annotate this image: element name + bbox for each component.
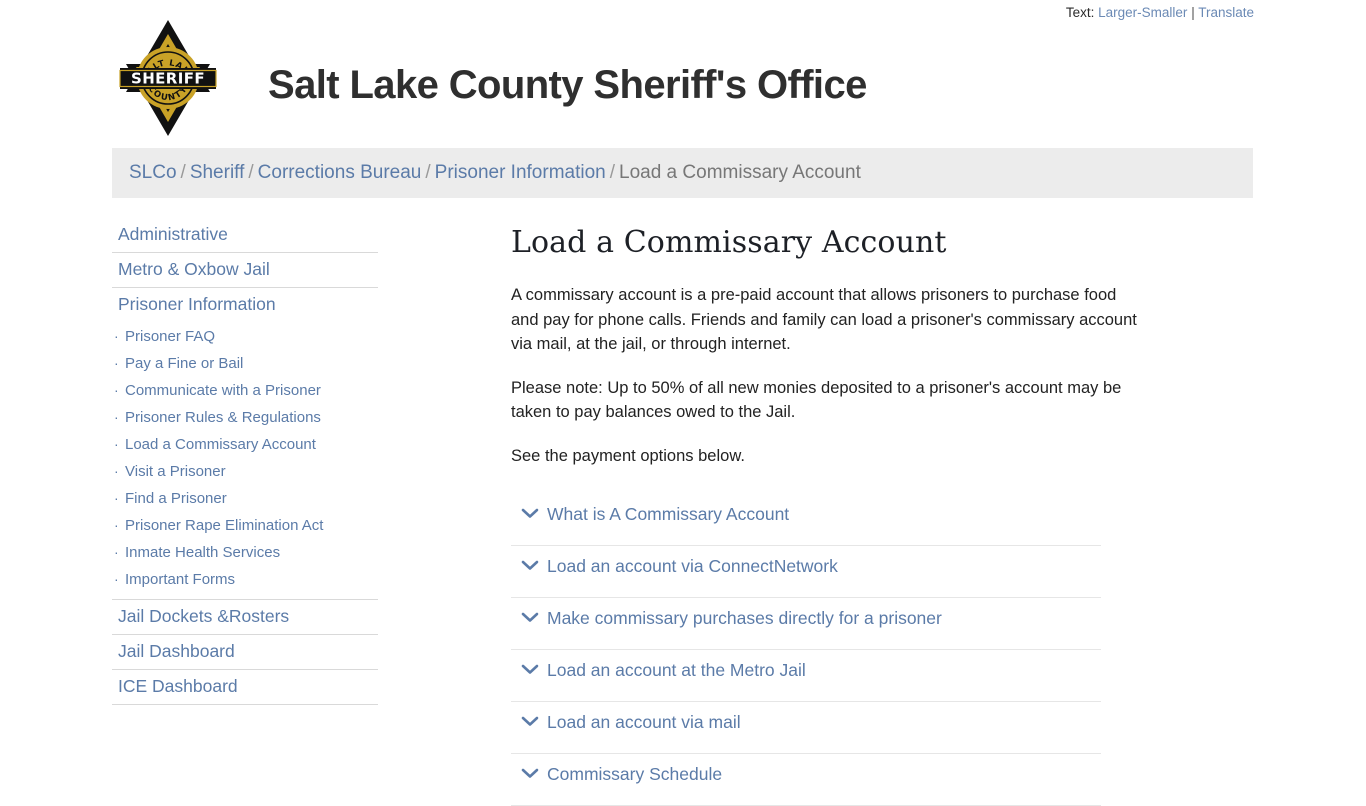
bullet-icon: · (114, 544, 119, 560)
bullet-icon: · (114, 436, 119, 452)
sidebar-item-metro-oxbow-jail[interactable]: Metro & Oxbow Jail (112, 253, 378, 287)
accordion-item-load-an-account-via-connectnetwork[interactable]: Load an account via ConnectNetwork (511, 546, 1101, 598)
main-content: Load a Commissary Account A commissary a… (511, 225, 1156, 806)
chevron-down-icon (521, 559, 539, 571)
sidebar-subitem-prisoner-rules-regulations[interactable]: · Prisoner Rules & Regulations (112, 404, 378, 431)
intro-paragraph: A commissary account is a pre-paid accou… (511, 286, 1137, 353)
sidebar-item-jail-dashboard[interactable]: Jail Dashboard (112, 635, 378, 669)
accordion-label: Load an account via mail (547, 712, 741, 732)
sidebar-subitem-prisoner-faq[interactable]: · Prisoner FAQ (112, 323, 378, 350)
breadcrumb-separator: / (180, 162, 186, 183)
sidebar-subitem-load-a-commissary-account[interactable]: · Load a Commissary Account (112, 431, 378, 458)
bullet-icon: · (114, 328, 119, 344)
sidebar-subitem-prisoner-rape-elimination-act[interactable]: · Prisoner Rape Elimination Act (112, 512, 378, 539)
bullet-icon: · (114, 490, 119, 506)
sidebar-subitem-find-a-prisoner[interactable]: · Find a Prisoner (112, 485, 378, 512)
sidebar-section-prisoner-information: Prisoner Information · Prisoner FAQ · Pay … (112, 288, 378, 600)
sidebar-subitem-label: Prisoner Rules & Regulations (125, 409, 321, 426)
sheriff-badge-icon[interactable]: SALT LAKE COUNTY SHERIFF (112, 14, 224, 140)
sidebar-section-ice-dashboard: ICE Dashboard (112, 670, 378, 705)
bullet-icon: · (114, 571, 119, 587)
sidebar-subitem-label: Important Forms (125, 571, 236, 588)
sidebar-subitem-label: Communicate with a Prisoner (125, 382, 321, 399)
bullet-icon: · (114, 355, 119, 371)
see-options-paragraph: See the payment options below. (511, 446, 745, 465)
chevron-down-icon (521, 507, 539, 519)
bullet-icon: · (114, 382, 119, 398)
accordion-label: Load an account via ConnectNetwork (547, 556, 838, 576)
accordion-label: Make commissary purchases directly for a… (547, 608, 942, 628)
sidebar-sublist-prisoner-information: · Prisoner FAQ · Pay a Fine or Bail · Commu… (112, 322, 378, 599)
breadcrumb-item-slco[interactable]: SLCo (129, 162, 177, 183)
sidebar-section-administrative: Administrative (112, 218, 378, 253)
sidebar-subitem-inmate-health-services[interactable]: · Inmate Health Services (112, 539, 378, 566)
chevron-down-icon (521, 611, 539, 623)
sidebar-subitem-label: Prisoner FAQ (125, 328, 216, 345)
sidebar-subitem-label: Pay a Fine or Bail (125, 355, 244, 372)
sidebar-nav: Administrative Metro & Oxbow Jail Prison… (112, 218, 378, 705)
sidebar-item-ice-dashboard[interactable]: ICE Dashboard (112, 670, 378, 704)
accordion-label: Commissary Schedule (547, 764, 723, 784)
sidebar-subitem-label: Visit a Prisoner (125, 463, 226, 480)
chevron-down-icon (521, 767, 539, 779)
sidebar-subitem-visit-a-prisoner[interactable]: · Visit a Prisoner (112, 458, 378, 485)
sidebar-subitem-communicate-with-a-prisoner[interactable]: · Communicate with a Prisoner (112, 377, 378, 404)
sidebar-item-administrative[interactable]: Administrative (112, 218, 378, 252)
accordion-item-what-is-a-commissary-account[interactable]: What is A Commissary Account (511, 494, 1101, 546)
sidebar-subitem-pay-a-fine-or-bail[interactable]: · Pay a Fine or Bail (112, 350, 378, 377)
breadcrumb-separator: / (425, 162, 431, 183)
accordion-label: What is A Commissary Account (547, 504, 790, 524)
site-title: Salt Lake County Sheriff's Office (268, 63, 867, 107)
breadcrumb-separator: / (609, 162, 616, 183)
sidebar-item-prisoner-information[interactable]: Prisoner Information (112, 288, 378, 322)
sidebar-subitem-label: Find a Prisoner (125, 490, 227, 507)
breadcrumb-separator: / (248, 162, 254, 183)
bullet-icon: · (114, 517, 119, 533)
sidebar-section-jail-dashboard: Jail Dashboard (112, 635, 378, 670)
sidebar-subitem-label: Inmate Health Services (125, 544, 281, 561)
breadcrumb-item-current: Load a Commissary Account (619, 162, 861, 183)
chevron-down-icon (521, 663, 539, 675)
accordion-item-commissary-schedule[interactable]: Commissary Schedule (511, 754, 1101, 806)
sidebar-subitem-label: Prisoner Rape Elimination Act (125, 517, 324, 534)
accordion-label: Load an account at the Metro Jail (547, 660, 806, 680)
breadcrumb: SLCo / Sheriff / Corrections Bureau / Prisoner… (129, 161, 861, 185)
breadcrumb-item-prisoner-information[interactable]: Prisoner Information (435, 162, 606, 183)
chevron-down-icon (521, 715, 539, 727)
sidebar-subitem-label: Load a Commissary Account (125, 436, 316, 453)
payment-options-accordion: What is A Commissary Account Load an acc… (511, 494, 1101, 806)
accordion-item-load-an-account-via-mail[interactable]: Load an account via mail (511, 702, 1101, 754)
bullet-icon: · (114, 463, 119, 479)
sidebar-section-metro-oxbow-jail: Metro & Oxbow Jail (112, 253, 378, 288)
page-title: Load a Commissary Account (511, 225, 947, 260)
note-paragraph: Please note: Up to 50% of all new monies… (511, 378, 1122, 422)
bullet-icon: · (114, 409, 119, 425)
breadcrumb-bar: SLCo / Sheriff / Corrections Bureau / Prisoner… (112, 148, 1253, 198)
sidebar-item-jail-dockets-rosters[interactable]: Jail Dockets &Rosters (112, 600, 378, 634)
sidebar-section-jail-dockets-rosters: Jail Dockets &Rosters (112, 600, 378, 635)
masthead: SALT LAKE COUNTY SHERIFF Salt Lake Count… (112, 14, 1252, 140)
breadcrumb-item-corrections-bureau[interactable]: Corrections Bureau (258, 162, 422, 183)
breadcrumb-item-sheriff[interactable]: Sheriff (190, 162, 245, 183)
sidebar-subitem-important-forms[interactable]: · Important Forms (112, 566, 378, 593)
accordion-item-make-commissary-purchases-directly-for-a-prisoner[interactable]: Make commissary purchases directly for a… (511, 598, 1101, 650)
svg-text:SHERIFF: SHERIFF (131, 70, 205, 88)
accordion-item-load-an-account-at-the-metro-jail[interactable]: Load an account at the Metro Jail (511, 650, 1101, 702)
